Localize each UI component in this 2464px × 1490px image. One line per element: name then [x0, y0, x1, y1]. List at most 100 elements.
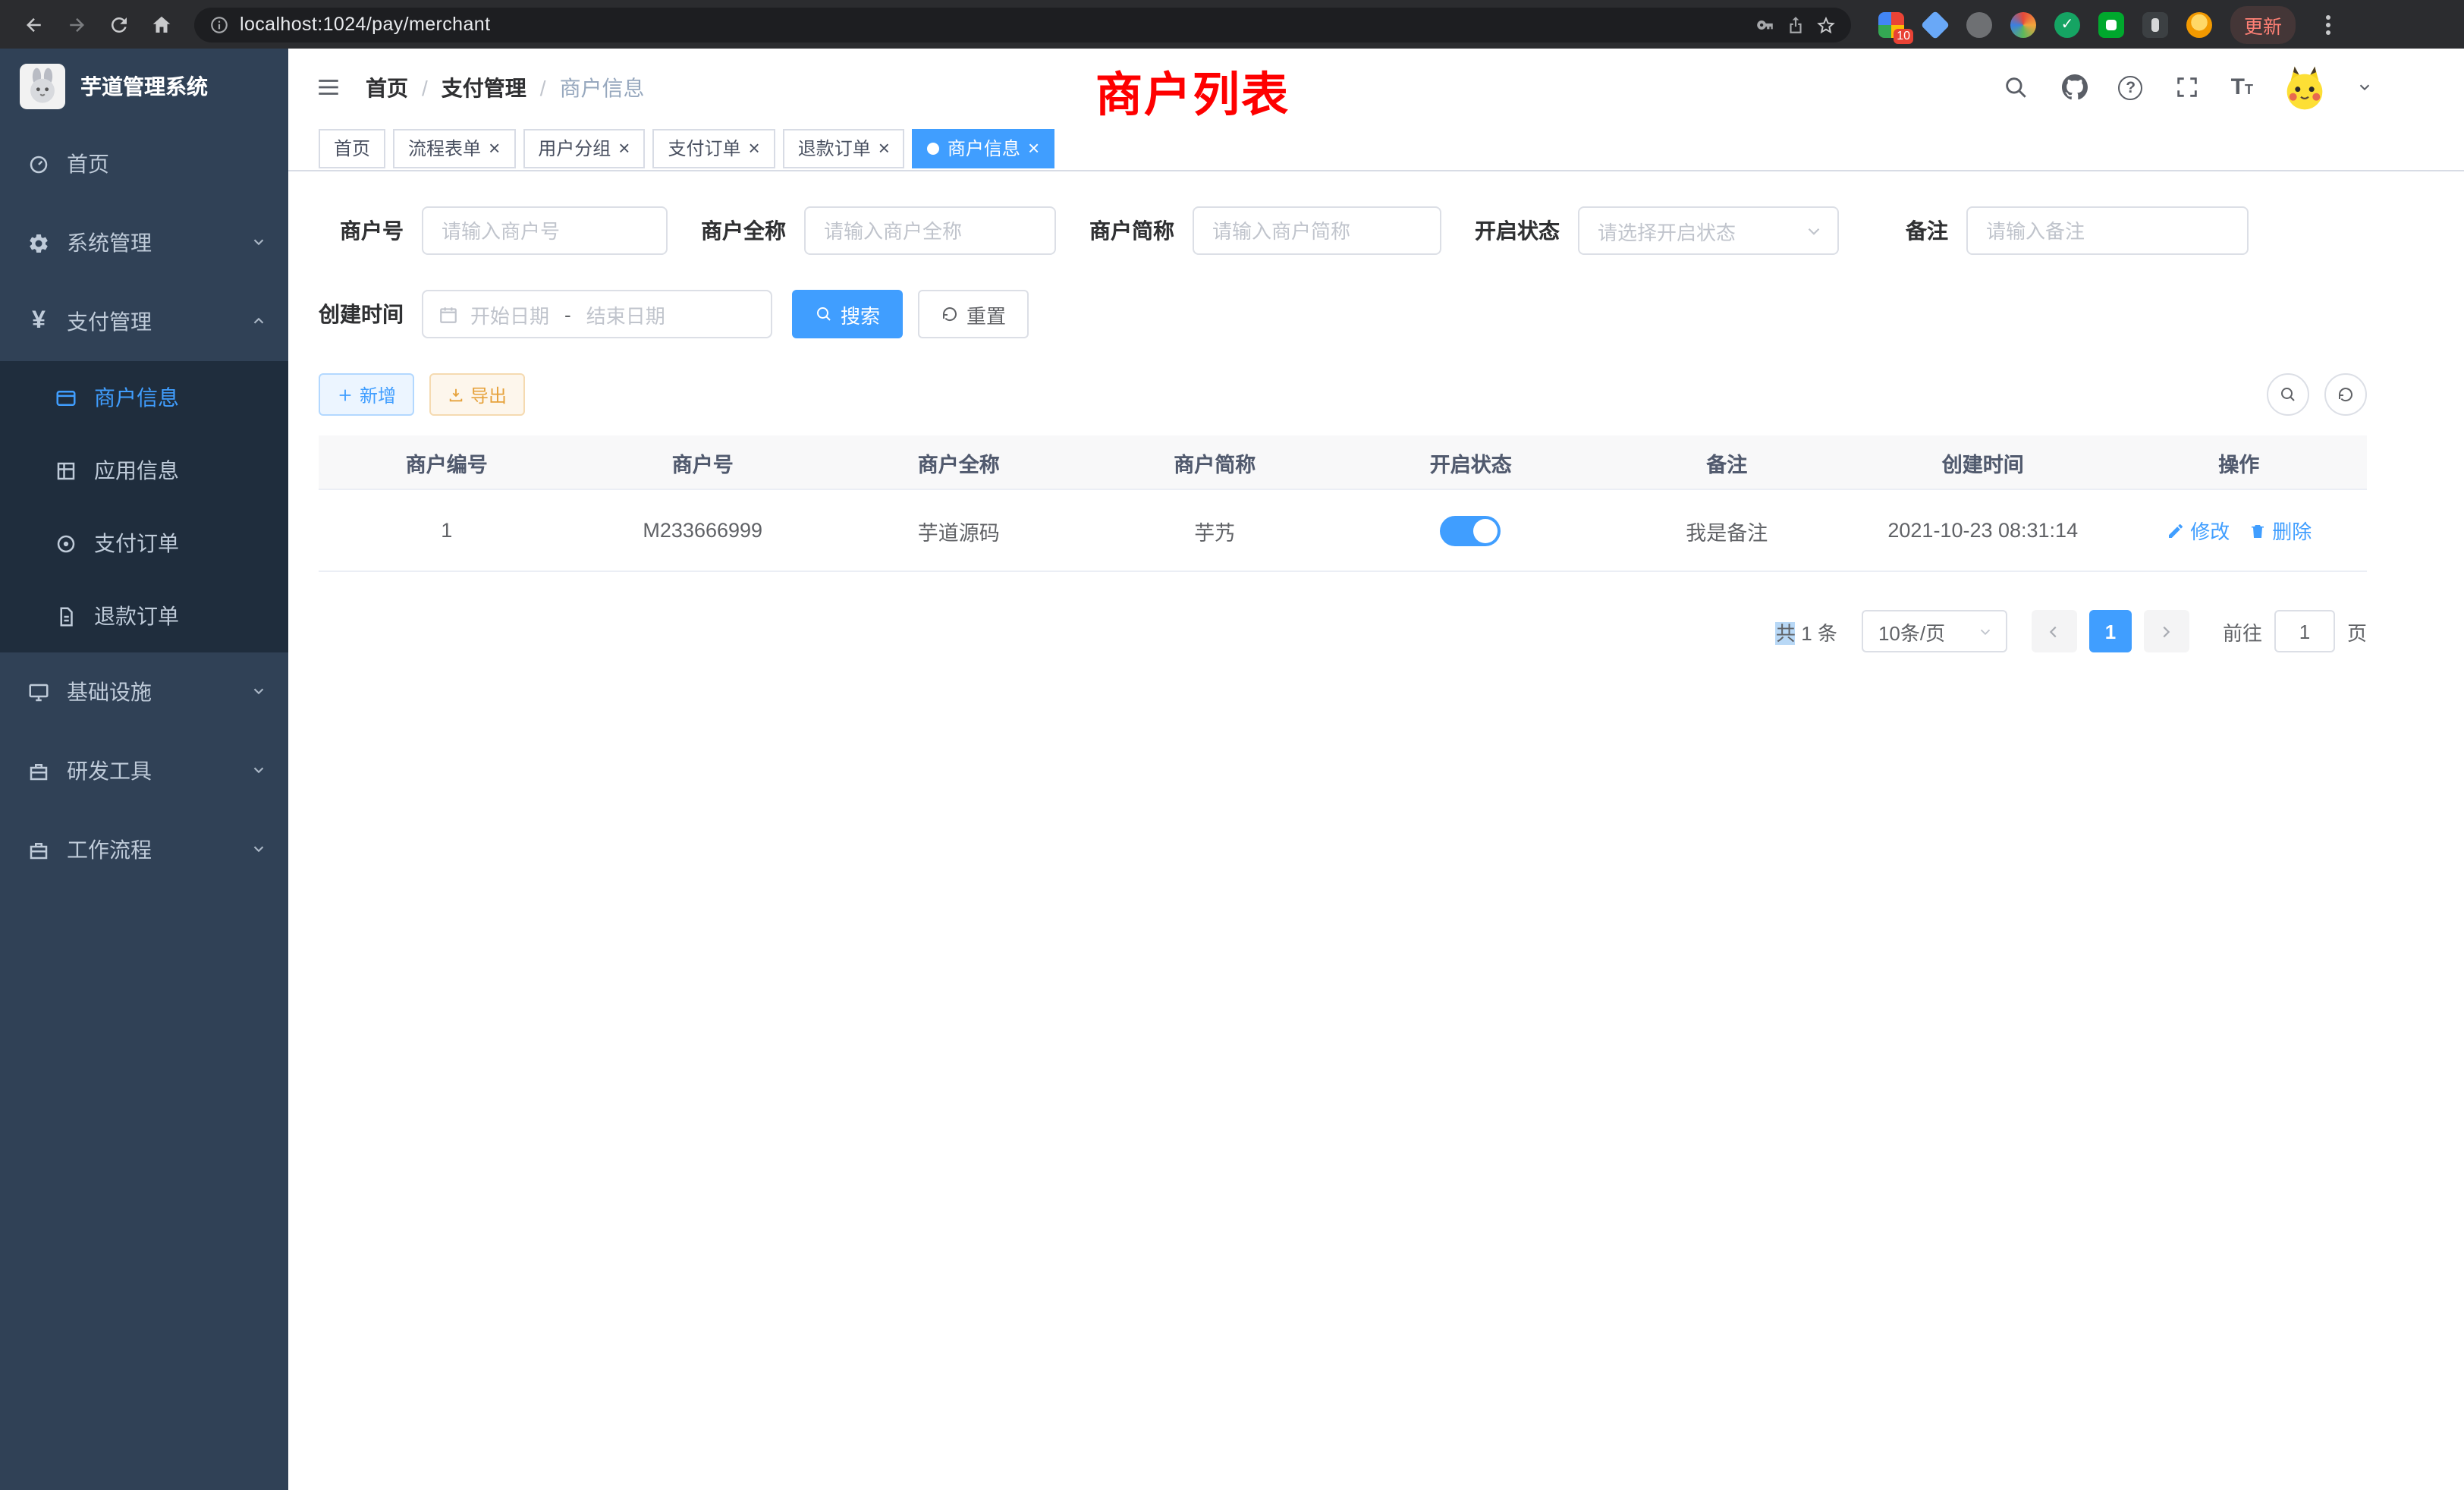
short-name-input[interactable] [1193, 206, 1441, 255]
merchant-table: 商户编号 商户号 商户全称 商户简称 开启状态 备注 创建时间 操作 1 M23… [319, 435, 2367, 572]
browser-update-button[interactable]: 更新 [2230, 5, 2296, 43]
sidebar-item-label: 商户信息 [94, 382, 179, 413]
date-range-picker[interactable]: 开始日期 - 结束日期 [422, 290, 772, 338]
search-icon[interactable] [2000, 72, 2031, 102]
add-button[interactable]: 新增 [319, 373, 414, 416]
column-header: 操作 [2111, 447, 2368, 477]
font-size-icon[interactable]: TT [2231, 74, 2253, 100]
document-icon [55, 605, 77, 627]
tab-home[interactable]: 首页 [319, 128, 385, 168]
forward-icon[interactable] [58, 6, 94, 42]
avatar-caret-icon[interactable] [2356, 75, 2373, 99]
sidebar-item-payment[interactable]: ¥ 支付管理 [0, 282, 288, 361]
fullscreen-icon[interactable] [2172, 72, 2202, 102]
browser-toolbar: localhost:1024/pay/merchant 10 ✓ 更新 [0, 0, 2464, 49]
sidebar-collapse-icon[interactable] [311, 71, 344, 104]
key-icon[interactable] [1755, 14, 1775, 34]
next-page-button[interactable] [2144, 610, 2189, 652]
refresh-icon [2337, 385, 2355, 404]
app-logo[interactable]: 芋道管理系统 [0, 49, 288, 124]
browser-profile-avatar[interactable] [2186, 11, 2212, 37]
extension-icon-7[interactable] [2142, 11, 2168, 37]
remark-input[interactable] [1966, 206, 2249, 255]
sidebar-item-label: 支付订单 [94, 528, 179, 558]
chevron-down-icon [250, 838, 267, 862]
sidebar-menu: 首页 系统管理 ¥ 支付管理 商户信息 应用信息 [0, 124, 288, 889]
site-info-icon[interactable] [209, 14, 229, 34]
chevron-down-icon [250, 231, 267, 255]
user-avatar[interactable] [2282, 64, 2327, 110]
column-header: 开启状态 [1343, 447, 1599, 477]
sidebar-item-merchant-info[interactable]: 商户信息 [0, 361, 288, 434]
extension-icon-2[interactable] [1921, 10, 1950, 39]
tab-close-icon[interactable]: × [878, 138, 890, 158]
tab-process-form[interactable]: 流程表单 × [393, 128, 515, 168]
page-number-button[interactable]: 1 [2089, 610, 2132, 652]
filter-label: 开启状态 [1475, 215, 1560, 246]
prev-page-button[interactable] [2032, 610, 2077, 652]
extension-badge: 10 [1894, 28, 1913, 43]
sidebar-item-label: 支付管理 [67, 306, 152, 337]
workflow-icon [27, 838, 50, 861]
tab-close-icon[interactable]: × [489, 138, 500, 158]
tab-label: 流程表单 [408, 135, 481, 161]
edit-link[interactable]: 修改 [2166, 516, 2230, 545]
annotation-text: 商户列表 [1095, 56, 1290, 124]
back-icon[interactable] [15, 6, 52, 42]
tab-close-icon[interactable]: × [749, 138, 760, 158]
breadcrumb-home[interactable]: 首页 [366, 72, 408, 102]
extension-icon-1[interactable]: 10 [1878, 11, 1904, 37]
chevron-right-icon [2158, 623, 2175, 640]
sidebar-item-workflow[interactable]: 工作流程 [0, 810, 288, 889]
tab-pay-order[interactable]: 支付订单 × [652, 128, 775, 168]
refresh-table-button[interactable] [2324, 373, 2367, 416]
export-button[interactable]: 导出 [429, 373, 525, 416]
app-title: 芋道管理系统 [80, 71, 208, 102]
sidebar-item-app-info[interactable]: 应用信息 [0, 434, 288, 507]
cell-short-name: 芋艿 [1087, 515, 1344, 545]
tab-merchant-info[interactable]: 商户信息× [913, 128, 1054, 168]
sidebar-item-devtools[interactable]: 研发工具 [0, 731, 288, 810]
status-select[interactable]: 请选择开启状态 [1578, 206, 1839, 255]
sidebar-item-refund-order[interactable]: 退款订单 [0, 580, 288, 652]
sidebar-item-pay-order[interactable]: 支付订单 [0, 507, 288, 580]
tab-close-icon[interactable]: × [618, 138, 630, 158]
sidebar-item-infrastructure[interactable]: 基础设施 [0, 652, 288, 731]
tab-refund-order[interactable]: 退款订单× [783, 128, 905, 168]
browser-menu-icon[interactable] [2314, 14, 2341, 34]
dashboard-icon [27, 152, 50, 175]
page-size-select[interactable]: 10条/页 [1862, 610, 2007, 652]
filter-row-1: 商户号 商户全称 商户简称 开启状态 请选择开启状态 备注 [319, 206, 2367, 255]
reload-icon[interactable] [100, 6, 137, 42]
filter-merchant-no: 商户号 [319, 206, 668, 255]
sidebar-item-home[interactable]: 首页 [0, 124, 288, 203]
extension-icon-4[interactable] [2010, 11, 2036, 37]
logo-image [20, 64, 65, 109]
tab-label: 支付订单 [668, 135, 740, 161]
github-icon[interactable] [2060, 72, 2090, 102]
filter-create-time: 创建时间 开始日期 - 结束日期 [319, 290, 772, 338]
search-button[interactable]: 搜索 [792, 290, 903, 338]
cell-merchant-id: 1 [319, 519, 575, 542]
help-icon[interactable]: ? [2119, 75, 2143, 99]
bookmark-star-icon[interactable] [1816, 14, 1836, 34]
address-bar[interactable]: localhost:1024/pay/merchant [194, 7, 1851, 42]
filter-remark: 备注 [1906, 206, 2249, 255]
toggle-search-button[interactable] [2267, 373, 2309, 416]
column-header: 商户编号 [319, 447, 575, 477]
extension-icon-5[interactable]: ✓ [2054, 11, 2080, 37]
reset-button[interactable]: 重置 [918, 290, 1029, 338]
goto-page-input[interactable] [2274, 610, 2335, 652]
merchant-no-input[interactable] [422, 206, 668, 255]
sidebar-item-system[interactable]: 系统管理 [0, 203, 288, 282]
status-toggle[interactable] [1441, 515, 1501, 545]
breadcrumb-payment[interactable]: 支付管理 [442, 72, 526, 102]
delete-link[interactable]: 删除 [2248, 516, 2312, 545]
share-icon[interactable] [1786, 14, 1806, 34]
tab-user-group[interactable]: 用户分组× [523, 128, 645, 168]
tab-close-icon[interactable]: × [1028, 138, 1039, 158]
home-icon[interactable] [143, 6, 179, 42]
full-name-input[interactable] [804, 206, 1056, 255]
extension-icon-3[interactable] [1966, 11, 1992, 37]
extension-icon-6[interactable] [2098, 11, 2124, 37]
